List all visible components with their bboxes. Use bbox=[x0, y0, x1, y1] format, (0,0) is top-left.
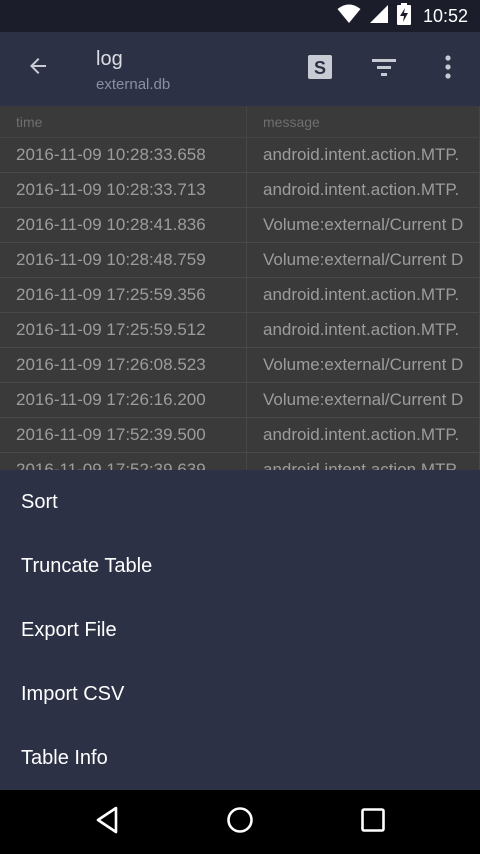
cell-time: 2016-11-09 17:52:39.639 bbox=[0, 453, 247, 470]
cell-message: Volume:external/Current D bbox=[247, 383, 480, 417]
cell-time: 2016-11-09 10:28:33.713 bbox=[0, 173, 247, 207]
cell-time: 2016-11-09 17:25:59.512 bbox=[0, 313, 247, 347]
cell-time: 2016-11-09 10:28:41.836 bbox=[0, 208, 247, 242]
table-row[interactable]: 2016-11-09 17:26:16.200 Volume:external/C… bbox=[0, 383, 480, 418]
page-title: log bbox=[96, 48, 123, 70]
table-header: time message bbox=[0, 106, 480, 138]
cell-time: 2016-11-09 10:28:48.759 bbox=[0, 243, 247, 277]
cell-time: 2016-11-09 17:26:08.523 bbox=[0, 348, 247, 382]
table-row[interactable]: 2016-11-09 10:28:33.713 android.intent.ac… bbox=[0, 173, 480, 208]
status-time: 10:52 bbox=[422, 5, 468, 26]
status-bar: 10:52 bbox=[0, 0, 480, 32]
cell-message: Volume:external/Current D bbox=[247, 348, 480, 382]
battery-charging-icon bbox=[396, 2, 411, 30]
menu-item-truncate-table[interactable]: Truncate Table bbox=[0, 534, 480, 598]
cell-message: Volume:external/Current D bbox=[247, 208, 480, 242]
cell-time: 2016-11-09 17:25:59.356 bbox=[0, 278, 247, 312]
column-header-time[interactable]: time bbox=[0, 106, 247, 138]
cell-message: android.intent.action.MTP. bbox=[247, 453, 480, 470]
filter-icon bbox=[371, 56, 397, 83]
page-subtitle: external.db bbox=[96, 76, 171, 93]
more-options-button[interactable] bbox=[430, 51, 466, 87]
cell-message: android.intent.action.MTP. bbox=[247, 278, 480, 312]
nav-back-button[interactable] bbox=[87, 802, 127, 842]
menu-item-table-info[interactable]: Table Info bbox=[0, 726, 480, 790]
cell-time: 2016-11-09 17:26:16.200 bbox=[0, 383, 247, 417]
table-row[interactable]: 2016-11-09 17:25:59.356 android.intent.ac… bbox=[0, 278, 480, 313]
cell-message: android.intent.action.MTP. bbox=[247, 173, 480, 207]
table-row[interactable]: 2016-11-09 10:28:48.759 Volume:external/C… bbox=[0, 243, 480, 278]
sql-s-icon: S bbox=[307, 54, 333, 85]
wifi-icon bbox=[337, 4, 361, 29]
table-row[interactable]: 2016-11-09 10:28:41.836 Volume:external/C… bbox=[0, 208, 480, 243]
cell-time: 2016-11-09 10:28:33.658 bbox=[0, 138, 247, 172]
options-menu-sheet: Sort Truncate Table Export File Import C… bbox=[0, 470, 480, 790]
more-vert-icon bbox=[444, 54, 452, 85]
filter-button[interactable] bbox=[366, 51, 402, 87]
cell-message: Volume:external/Current D bbox=[247, 243, 480, 277]
back-arrow-icon bbox=[26, 54, 50, 83]
navigation-bar bbox=[0, 790, 480, 854]
cell-message: android.intent.action.MTP. bbox=[247, 418, 480, 452]
square-recents-icon bbox=[360, 807, 386, 838]
status-icons: 10:52 bbox=[337, 0, 468, 32]
table-row[interactable]: 2016-11-09 17:52:39.500 android.intent.ac… bbox=[0, 418, 480, 453]
table-row[interactable]: 2016-11-09 17:26:08.523 Volume:external/C… bbox=[0, 348, 480, 383]
triangle-back-icon bbox=[94, 806, 120, 839]
table-row[interactable]: 2016-11-09 17:52:39.639 android.intent.ac… bbox=[0, 453, 480, 470]
data-table: time message 2016-11-09 10:28:33.658 andr… bbox=[0, 106, 480, 470]
svg-text:S: S bbox=[314, 58, 326, 78]
cell-message: android.intent.action.MTP. bbox=[247, 313, 480, 347]
table-row[interactable]: 2016-11-09 17:25:59.512 android.intent.ac… bbox=[0, 313, 480, 348]
table-row[interactable]: 2016-11-09 10:28:33.658 android.intent.ac… bbox=[0, 138, 480, 173]
nav-recents-button[interactable] bbox=[353, 802, 393, 842]
menu-item-import-csv[interactable]: Import CSV bbox=[0, 662, 480, 726]
signal-icon bbox=[369, 4, 389, 29]
nav-home-button[interactable] bbox=[220, 802, 260, 842]
column-header-message[interactable]: message bbox=[247, 106, 480, 138]
app-bar: log external.db S bbox=[0, 32, 480, 106]
menu-item-export-file[interactable]: Export File bbox=[0, 598, 480, 662]
circle-home-icon bbox=[226, 806, 254, 839]
sql-button[interactable]: S bbox=[302, 51, 338, 87]
cell-time: 2016-11-09 17:52:39.500 bbox=[0, 418, 247, 452]
back-button[interactable] bbox=[20, 50, 56, 86]
cell-message: android.intent.action.MTP. bbox=[247, 138, 480, 172]
menu-item-sort[interactable]: Sort bbox=[0, 470, 480, 534]
